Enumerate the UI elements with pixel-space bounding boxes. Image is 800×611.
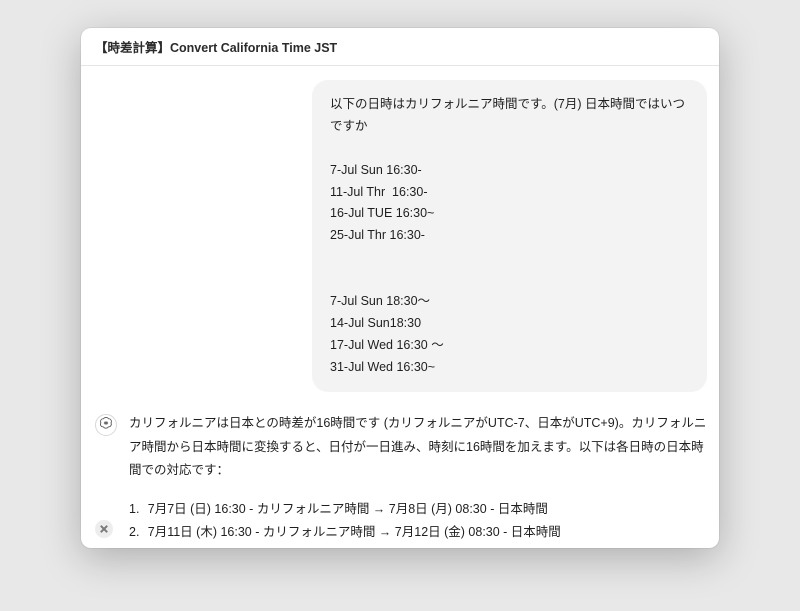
assistant-message-row: カリフォルニアは日本との時差が16時間です (カリフォルニアがUTC-7、日本が…	[95, 412, 707, 548]
assistant-message-content: カリフォルニアは日本との時差が16時間です (カリフォルニアがUTC-7、日本が…	[129, 412, 707, 548]
title-bar: 【時差計算】Convert California Time JST	[81, 28, 719, 66]
close-button[interactable]	[95, 520, 113, 538]
content-wrapper: 以下の日時はカリフォルニア時間です。(7月) 日本時間ではいつですか 7-Jul…	[81, 66, 719, 548]
assistant-conversion-list: 7月7日 (日) 16:30 - カリフォルニア時間 → 7月8日 (月) 08…	[129, 498, 707, 548]
chat-window: 【時差計算】Convert California Time JST 以下の日時は…	[81, 28, 719, 548]
list-item: 7月16日 (火) 16:30 - カリフォルニア時間 → 7月17日 (水) …	[129, 544, 707, 548]
assistant-avatar	[95, 414, 117, 436]
window-title: 【時差計算】Convert California Time JST	[95, 37, 337, 56]
close-icon	[100, 520, 108, 538]
conversation-scroll[interactable]: 以下の日時はカリフォルニア時間です。(7月) 日本時間ではいつですか 7-Jul…	[81, 66, 719, 548]
assistant-intro-text: カリフォルニアは日本との時差が16時間です (カリフォルニアがUTC-7、日本が…	[129, 412, 707, 481]
user-message-bubble: 以下の日時はカリフォルニア時間です。(7月) 日本時間ではいつですか 7-Jul…	[312, 80, 707, 392]
openai-logo-icon	[99, 416, 113, 435]
user-message-row: 以下の日時はカリフォルニア時間です。(7月) 日本時間ではいつですか 7-Jul…	[95, 80, 707, 392]
list-item: 7月7日 (日) 16:30 - カリフォルニア時間 → 7月8日 (月) 08…	[129, 498, 707, 521]
list-item: 7月11日 (木) 16:30 - カリフォルニア時間 → 7月12日 (金) …	[129, 521, 707, 544]
